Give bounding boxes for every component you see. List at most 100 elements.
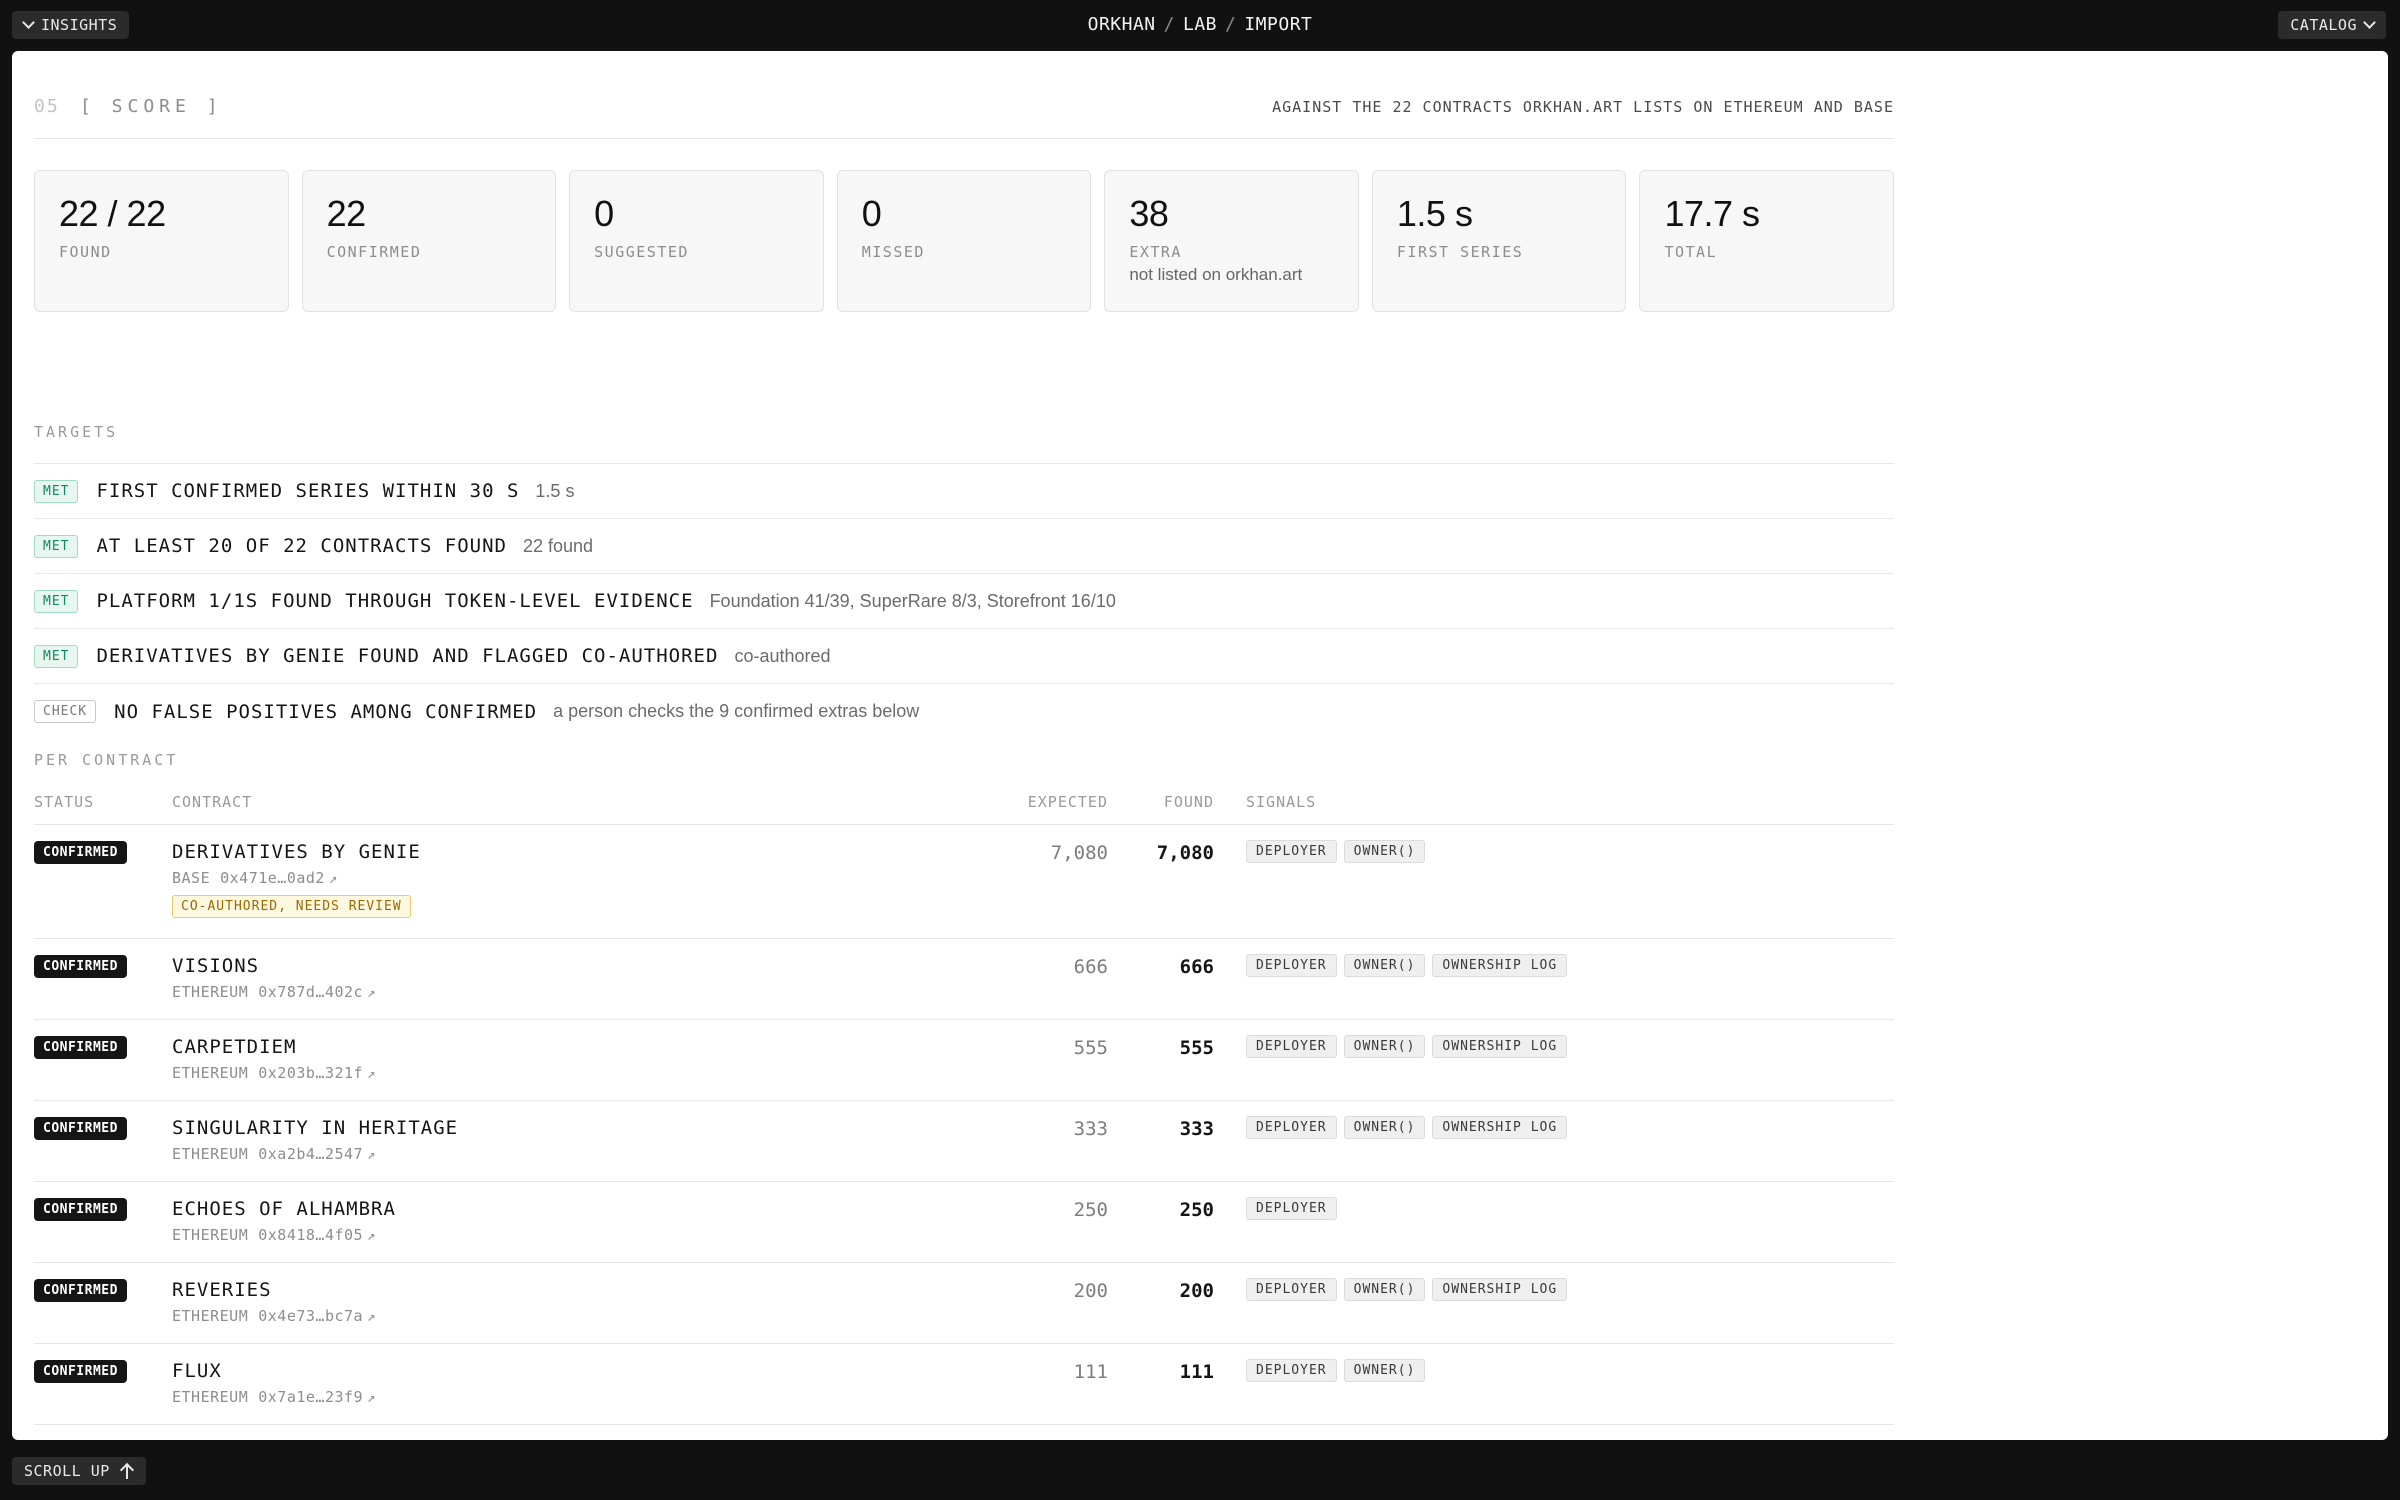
expected-count: 111 <box>1073 1361 1108 1383</box>
status-badge: CONFIRMED <box>34 1198 127 1221</box>
catalog-button[interactable]: CATALOG <box>2278 11 2386 39</box>
signal-tag: DEPLOYER <box>1246 1278 1337 1301</box>
signal-tag: OWNER() <box>1343 954 1426 977</box>
contract-address-link[interactable]: 0xa2b4…2547 <box>258 1145 363 1163</box>
found-count: 7,080 <box>1156 842 1214 864</box>
contract-chain: ETHEREUM <box>172 1064 249 1082</box>
contract-name: VISIONS <box>172 955 260 977</box>
contract-address-link[interactable]: 0x787d…402c <box>258 983 363 1001</box>
target-title: FIRST CONFIRMED SERIES WITHIN 30 S <box>96 480 520 502</box>
contract-name: CARPETDIEM <box>172 1036 297 1058</box>
table-row[interactable]: CONFIRMED DERIVATIVES BY GENIE BASE 0x471… <box>34 825 1894 939</box>
signal-tag: OWNERSHIP LOG <box>1432 1116 1568 1139</box>
contract-name: ECHOES OF ALHAMBRA <box>172 1198 396 1220</box>
target-note: 1.5 s <box>535 480 575 501</box>
status-badge: CONFIRMED <box>34 955 127 978</box>
signal-tag: OWNER() <box>1343 1278 1426 1301</box>
signal-tag: OWNER() <box>1343 1035 1426 1058</box>
met-badge: MET <box>34 644 79 668</box>
external-link-icon[interactable]: ↗ <box>367 1066 376 1082</box>
stat-label: SUGGESTED <box>594 243 689 261</box>
external-link-icon[interactable]: ↗ <box>367 1147 376 1163</box>
breadcrumb-lab[interactable]: LAB <box>1183 14 1217 35</box>
contract-name: SINGULARITY IN HERITAGE <box>172 1117 459 1139</box>
found-count: 250 <box>1179 1199 1214 1221</box>
contract-meta: ETHEREUM 0x787d…402c ↗ <box>172 983 376 1001</box>
contract-name: REVERIES <box>172 1279 272 1301</box>
stat-value: 1.5 s <box>1396 193 1473 234</box>
table-row[interactable]: CONFIRMED ECHOES OF ALHAMBRA ETHEREUM 0x8… <box>34 1182 1894 1263</box>
signal-tag: OWNERSHIP LOG <box>1432 954 1568 977</box>
table-row[interactable]: CONFIRMED VISIONS ETHEREUM 0x787d…402c ↗ 6… <box>34 939 1894 1020</box>
breadcrumb-separator: / <box>1163 14 1175 35</box>
status-badge: CONFIRMED <box>34 1279 127 1302</box>
breadcrumb-separator: / <box>1225 14 1237 35</box>
contract-address-link[interactable]: 0x7a1e…23f9 <box>258 1388 363 1406</box>
found-count: 200 <box>1179 1280 1214 1302</box>
target-note: co-authored <box>734 645 831 666</box>
found-count: 666 <box>1179 956 1214 978</box>
table-row[interactable]: CONFIRMED REVERIES ETHEREUM 0x4e73…bc7a ↗ … <box>34 1263 1894 1344</box>
chevron-down-icon <box>2363 16 2376 29</box>
column-expected: EXPECTED <box>1027 793 1108 811</box>
contract-address-link[interactable]: 0x203b…321f <box>258 1064 363 1082</box>
expected-count: 200 <box>1073 1280 1108 1302</box>
status-badge: CONFIRMED <box>34 1360 127 1383</box>
signal-tag: DEPLOYER <box>1246 840 1337 863</box>
table-row[interactable]: CONFIRMED SINGULARITY IN HERITAGE ETHERE… <box>34 1101 1894 1182</box>
expected-count: 250 <box>1073 1199 1108 1221</box>
contract-chain: ETHEREUM <box>172 1307 249 1325</box>
found-count: 333 <box>1179 1118 1214 1140</box>
contract-name: DERIVATIVES BY GENIE <box>172 841 421 863</box>
target-row: MET FIRST CONFIRMED SERIES WITHIN 30 S 1… <box>34 464 1894 519</box>
contract-address-link[interactable]: 0x471e…0ad2 <box>220 869 325 887</box>
scroll-up-button[interactable]: SCROLL UP <box>12 1457 146 1485</box>
external-link-icon[interactable]: ↗ <box>329 871 338 887</box>
expected-count: 555 <box>1073 1037 1108 1059</box>
status-badge: CONFIRMED <box>34 1117 127 1140</box>
table-row[interactable]: CONFIRMED CARPETDIEM ETHEREUM 0x203b…321f… <box>34 1020 1894 1101</box>
targets-heading: TARGETS <box>34 423 119 441</box>
contract-meta: ETHEREUM 0x8418…4f05 ↗ <box>172 1226 376 1244</box>
breadcrumb-orkhan[interactable]: ORKHAN <box>1088 14 1156 35</box>
signal-tag: DEPLOYER <box>1246 1116 1337 1139</box>
signal-list: DEPLOYER OWNER() OWNERSHIP LOG <box>1246 1278 1568 1301</box>
catalog-label: CATALOG <box>2290 16 2357 34</box>
column-status: STATUS <box>34 793 95 811</box>
signal-list: DEPLOYER OWNER() OWNERSHIP LOG <box>1246 1116 1568 1139</box>
signal-tag: DEPLOYER <box>1246 1035 1337 1058</box>
section-number: 05 <box>34 96 60 117</box>
stat-value: 22 <box>326 193 367 234</box>
contract-chain: ETHEREUM <box>172 1388 249 1406</box>
met-badge: MET <box>34 534 79 558</box>
check-badge: CHECK <box>34 700 97 723</box>
status-badge: CONFIRMED <box>34 841 127 864</box>
contract-chain: ETHEREUM <box>172 1145 249 1163</box>
contract-chain: ETHEREUM <box>172 1226 249 1244</box>
met-badge: MET <box>34 479 79 503</box>
column-signals: SIGNALS <box>1246 793 1317 811</box>
external-link-icon[interactable]: ↗ <box>367 1309 376 1325</box>
signal-list: DEPLOYER OWNER() <box>1246 840 1426 863</box>
stat-card-total: 17.7 s TOTAL <box>1639 170 1895 312</box>
contract-address-link[interactable]: 0x4e73…bc7a <box>258 1307 363 1325</box>
stat-card-found: 22 / 22 FOUND <box>34 170 289 312</box>
table-row[interactable]: CONFIRMED FLUX ETHEREUM 0x7a1e…23f9 ↗ 111 … <box>34 1344 1894 1425</box>
expected-count: 666 <box>1073 956 1108 978</box>
contract-address-link[interactable]: 0x8418…4f05 <box>258 1226 363 1244</box>
external-link-icon[interactable]: ↗ <box>367 1228 376 1244</box>
target-row: MET AT LEAST 20 OF 22 CONTRACTS FOUND 22… <box>34 519 1894 574</box>
stat-label: MISSED <box>861 243 925 261</box>
target-title: NO FALSE POSITIVES AMONG CONFIRMED <box>114 700 538 723</box>
targets-list: MET FIRST CONFIRMED SERIES WITHIN 30 S 1… <box>34 463 1894 739</box>
external-link-icon[interactable]: ↗ <box>367 1390 376 1406</box>
stat-label: EXTRA <box>1129 243 1182 261</box>
signal-list: DEPLOYER OWNER() OWNERSHIP LOG <box>1246 954 1568 977</box>
external-link-icon[interactable]: ↗ <box>367 985 376 1001</box>
stat-card-missed: 0 MISSED <box>836 170 1092 312</box>
column-found: FOUND <box>1163 793 1214 811</box>
section-title: [ SCORE ] <box>80 96 223 117</box>
top-bar: INSIGHTS ORKHAN / LAB / IMPORT CATALOG <box>0 0 2400 50</box>
target-title: AT LEAST 20 OF 22 CONTRACTS FOUND <box>96 535 507 557</box>
signal-tag: OWNER() <box>1343 1359 1426 1382</box>
